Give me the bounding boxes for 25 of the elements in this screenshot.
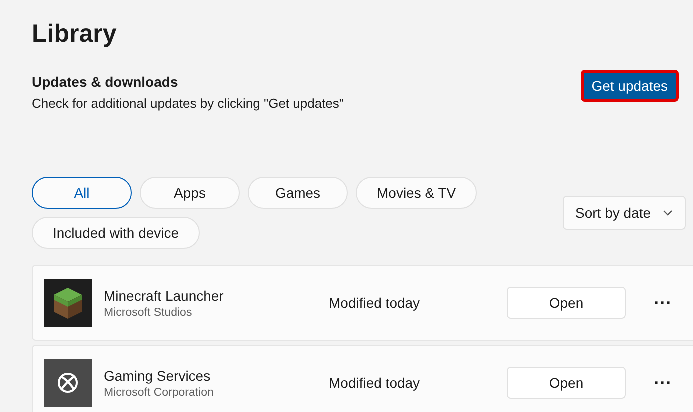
filter-chip[interactable]: Apps [140, 177, 240, 209]
chevron-down-icon [663, 210, 673, 216]
filter-chip[interactable]: All [32, 177, 132, 209]
filter-chip[interactable]: Included with device [32, 217, 200, 249]
app-name: Minecraft Launcher [104, 288, 225, 304]
more-button[interactable]: ··· [650, 292, 676, 314]
xbox-logo-icon [44, 359, 92, 407]
app-row[interactable]: Gaming Services Microsoft Corporation Modified today Open ··· [32, 345, 693, 412]
grass-block-icon [44, 279, 92, 327]
filter-chip[interactable]: Movies & TV [356, 177, 478, 209]
app-publisher: Microsoft Corporation [104, 386, 215, 398]
section-heading: Updates & downloads [32, 74, 180, 90]
sort-dropdown[interactable]: Sort by date [562, 196, 686, 230]
open-button[interactable]: Open [507, 367, 626, 399]
app-name: Gaming Services [104, 368, 212, 384]
app-row[interactable]: Minecraft Launcher Microsoft Studios Modified today Open ··· [32, 265, 693, 341]
modified-date: Modified today [329, 375, 422, 391]
section-description: Check for additional updates by clicking "Get updates" [32, 96, 344, 111]
app-publisher: Microsoft Studios [104, 306, 194, 318]
get-updates-button[interactable]: Get updates [580, 70, 679, 102]
more-button[interactable]: ··· [650, 372, 676, 394]
filter-chip[interactable]: Games [248, 177, 348, 209]
page-title: Library [32, 20, 118, 50]
open-button[interactable]: Open [507, 287, 626, 319]
modified-date: Modified today [329, 295, 422, 311]
